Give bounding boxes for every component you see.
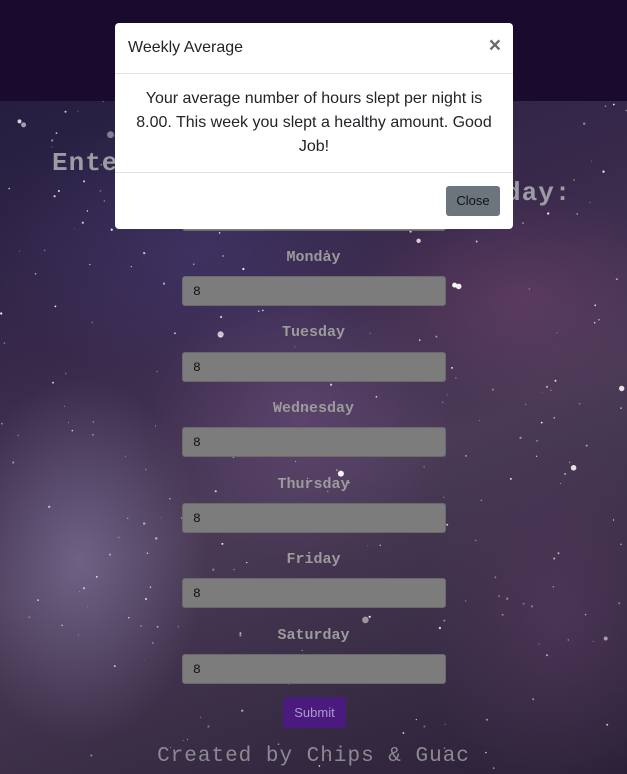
- close-button[interactable]: Close: [446, 186, 500, 216]
- day-label-thursday: Thursday: [277, 476, 350, 493]
- heading-left: Ente: [52, 148, 119, 178]
- day-label-friday: Friday: [286, 551, 341, 568]
- heading-right: day:: [505, 178, 572, 208]
- submit-button[interactable]: Submit: [283, 697, 346, 728]
- thursday-input[interactable]: 8: [182, 503, 446, 533]
- day-label-tuesday: Tuesday: [281, 324, 345, 341]
- close-icon[interactable]: ×: [489, 35, 501, 57]
- day-label-saturday: Saturday: [277, 627, 350, 644]
- modal-header: Weekly Average ×: [115, 23, 513, 74]
- day-label-wednesday: Wednesday: [272, 400, 354, 417]
- modal-message: Your average number of hours slept per n…: [136, 90, 492, 155]
- monday-input[interactable]: 8: [182, 276, 446, 306]
- tuesday-input[interactable]: 8: [182, 352, 446, 382]
- day-label-monday: Monday: [286, 249, 341, 266]
- wednesday-input[interactable]: 8: [182, 427, 446, 457]
- modal-title: Weekly Average: [128, 39, 244, 56]
- weekly-average-modal: Weekly Average × Your average number of …: [115, 23, 513, 229]
- friday-input[interactable]: 8: [182, 578, 446, 608]
- footer-credit: Created by Chips & Guac: [157, 745, 470, 768]
- modal-footer: Close: [115, 172, 513, 229]
- saturday-input[interactable]: 8: [182, 654, 446, 684]
